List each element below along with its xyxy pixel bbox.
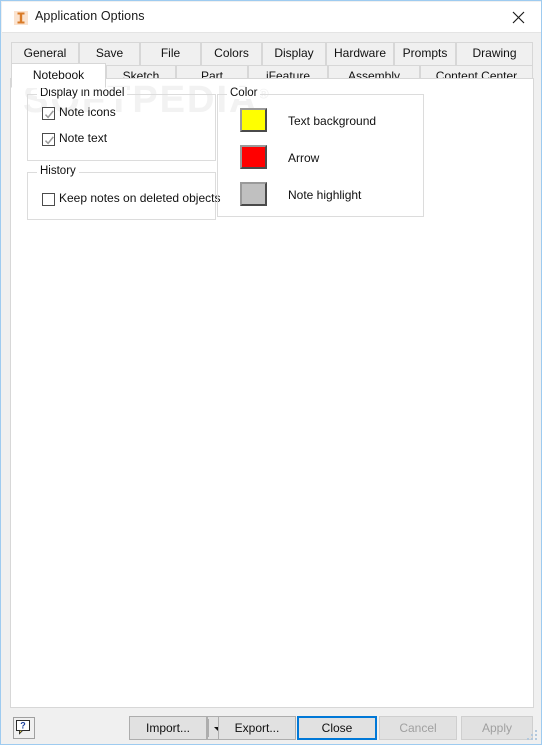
cancel-button: Cancel <box>379 716 457 740</box>
checkbox-box <box>42 193 55 206</box>
checkbox-box <box>42 133 55 146</box>
export-button[interactable]: Export... <box>218 716 296 740</box>
resize-grip[interactable] <box>527 730 539 742</box>
checkbox-label: Keep notes on deleted objects <box>59 191 221 205</box>
inventor-i-icon <box>13 10 29 26</box>
help-question-icon: ? <box>16 720 30 735</box>
close-icon <box>512 11 525 24</box>
dialog-footer: ? Import... Export... Close Cancel Apply <box>2 711 541 744</box>
import-button[interactable]: Import... <box>129 716 207 740</box>
apply-button: Apply <box>461 716 533 740</box>
color-label: Note highlight <box>288 188 362 202</box>
tab-prompts[interactable]: Prompts <box>394 42 456 65</box>
help-button[interactable]: ? <box>13 717 35 739</box>
checkbox-label: Note icons <box>59 105 116 119</box>
checkbox-label: Note text <box>59 131 108 145</box>
tab-general[interactable]: General <box>11 42 79 65</box>
history-group: History Keep notes on deleted objects <box>27 165 220 220</box>
color-group-title: Color <box>227 87 261 99</box>
tab-strip: General Save File Colors Display Hardware Prom… <box>2 33 541 88</box>
divider <box>208 719 209 737</box>
checkbox-box <box>42 107 55 120</box>
application-options-dialog: Application Options General Save File Color… <box>0 0 542 745</box>
tab-file[interactable]: File <box>140 42 201 65</box>
check-icon <box>44 136 54 145</box>
tab-display[interactable]: Display <box>262 42 326 65</box>
history-group-title: History <box>37 165 79 177</box>
check-icon <box>44 110 54 119</box>
color-label: Text background <box>288 114 377 128</box>
tab-drawing[interactable]: Drawing <box>456 42 533 65</box>
display-in-model-group: Display in model Note icons Note text <box>27 87 216 161</box>
tab-hardware[interactable]: Hardware <box>326 42 394 65</box>
page-title: Application Options <box>35 9 145 23</box>
svg-text:?: ? <box>20 721 26 731</box>
color-swatch[interactable] <box>240 182 267 206</box>
color-swatch[interactable] <box>240 145 267 169</box>
tab-save[interactable]: Save <box>79 42 140 65</box>
tab-row-primary: General Save File Colors Display Hardware Prom… <box>2 42 541 65</box>
title-bar: Application Options <box>2 2 541 33</box>
color-group: Color Text background Arrow Note highlig… <box>217 87 424 217</box>
notebook-tab-panel: SOFTPEDIA® Display in model Note icons N… <box>10 78 534 708</box>
color-swatch[interactable] <box>240 108 267 132</box>
display-in-model-group-title: Display in model <box>37 87 128 99</box>
color-label: Arrow <box>288 151 320 165</box>
close-button[interactable]: Close <box>297 716 377 740</box>
tab-colors[interactable]: Colors <box>201 42 262 65</box>
close-window-button[interactable] <box>496 2 541 32</box>
tab-notebook[interactable]: Notebook <box>11 63 106 88</box>
